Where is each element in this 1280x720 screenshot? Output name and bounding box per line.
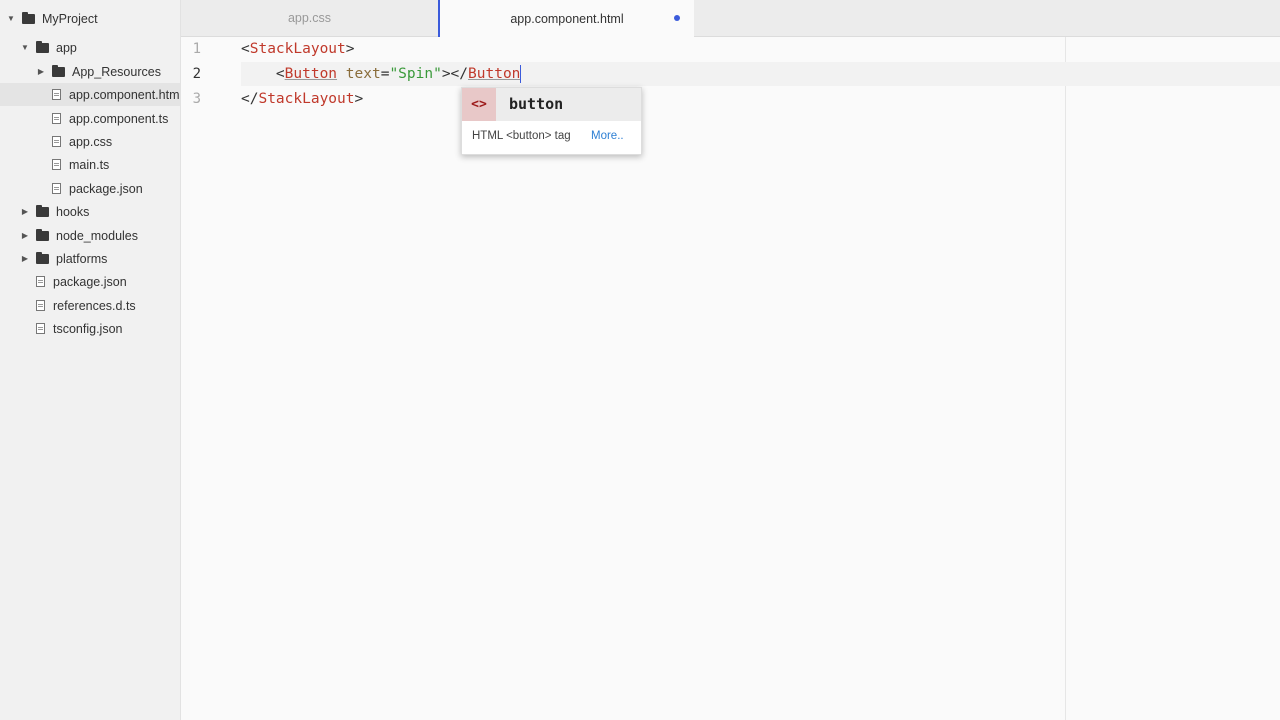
folder-app[interactable]: ▼ app: [0, 36, 180, 59]
chevron-right-icon[interactable]: ▶: [36, 67, 46, 76]
file-tree-sidebar: ▼ MyProject ▼ app ▶ App_Resources app.co…: [0, 0, 181, 720]
code-token: >: [354, 91, 364, 107]
folder-icon: [36, 40, 49, 53]
tree-item-label: main.ts: [69, 157, 110, 172]
folder-icon: [36, 251, 49, 264]
file-tsconfig-json[interactable]: tsconfig.json: [0, 317, 180, 340]
wrap-guide: [1065, 37, 1066, 720]
file-icon: [52, 183, 61, 194]
tree-item-label: package.json: [53, 274, 127, 289]
more-link[interactable]: More..: [591, 130, 624, 142]
tree-item-label: app.css: [69, 134, 113, 149]
folder-platforms[interactable]: ▶ platforms: [0, 247, 180, 270]
code-token-attr: text: [345, 66, 381, 82]
file-icon: [52, 113, 61, 124]
file-icon: [52, 159, 61, 170]
code-token-tag: Button: [468, 66, 521, 82]
file-icon: [36, 300, 45, 311]
line-number: 2: [192, 66, 201, 82]
folder-icon: [52, 64, 65, 77]
code-token: </: [241, 91, 259, 107]
tag-icon: <>: [462, 88, 496, 121]
code-line-3[interactable]: </StackLayout>: [241, 87, 363, 111]
suggestion-description: HTML <button> tag: [472, 130, 571, 142]
tree-item-label: references.d.ts: [53, 298, 136, 313]
autocomplete-suggestion[interactable]: <> button: [462, 88, 641, 121]
folder-icon: [22, 11, 35, 24]
file-app-component-ts[interactable]: app.component.ts: [0, 107, 180, 130]
suggestion-label: button: [509, 95, 564, 113]
chevron-right-icon[interactable]: ▶: [20, 231, 30, 240]
code-token: <: [275, 66, 285, 82]
file-app-component-html[interactable]: app.component.html: [0, 83, 181, 106]
tree-item-label: app: [56, 40, 77, 55]
tab-app-css[interactable]: app.css: [181, 0, 438, 36]
folder-icon: [36, 228, 49, 241]
modified-indicator-icon[interactable]: [674, 15, 680, 21]
code-line-2[interactable]: <Button text="Spin"></Button: [241, 62, 522, 86]
file-icon: [36, 323, 45, 334]
code-editor[interactable]: 1 2 3 <StackLayout> <Button text="Spin">…: [181, 37, 1280, 720]
folder-node-modules[interactable]: ▶ node_modules: [0, 224, 180, 247]
code-token: ></: [441, 66, 469, 82]
chevron-down-icon[interactable]: ▼: [6, 14, 16, 23]
file-references-d-ts[interactable]: references.d.ts: [0, 294, 180, 317]
tab-label: app.component.html: [510, 11, 624, 26]
file-app-package-json[interactable]: package.json: [0, 177, 180, 200]
code-token-tag: StackLayout: [249, 41, 346, 57]
line-number: 1: [192, 41, 201, 57]
tree-item-label: App_Resources: [72, 64, 161, 79]
file-main-ts[interactable]: main.ts: [0, 153, 180, 176]
tree-item-label: app.component.html: [69, 87, 181, 102]
tree-item-label: hooks: [56, 204, 90, 219]
chevron-right-icon[interactable]: ▶: [20, 254, 30, 263]
tree-item-label: platforms: [56, 251, 108, 266]
code-token: >: [345, 41, 355, 57]
chevron-down-icon[interactable]: ▼: [20, 43, 30, 52]
tree-item-label: tsconfig.json: [53, 321, 123, 336]
file-icon: [52, 89, 61, 100]
tab-bar: app.css app.component.html: [181, 0, 1280, 37]
project-name: MyProject: [42, 11, 98, 26]
tree-item-label: package.json: [69, 181, 143, 196]
file-app-css[interactable]: app.css: [0, 130, 180, 153]
tab-app-component-html[interactable]: app.component.html: [438, 0, 694, 37]
file-icon: [52, 136, 61, 147]
tab-label: app.css: [287, 11, 332, 25]
folder-hooks[interactable]: ▶ hooks: [0, 200, 180, 223]
chevron-right-icon[interactable]: ▶: [20, 207, 30, 216]
code-line-1[interactable]: <StackLayout>: [241, 37, 355, 61]
code-token: <: [241, 41, 250, 57]
folder-app-resources[interactable]: ▶ App_Resources: [0, 60, 180, 83]
folder-icon: [36, 204, 49, 217]
autocomplete-popup: <> button HTML <button> tag More..: [461, 87, 642, 155]
code-token-string: "Spin": [389, 66, 442, 82]
line-number: 3: [192, 91, 201, 107]
tree-item-label: app.component.ts: [69, 111, 169, 126]
code-token-tag: StackLayout: [258, 91, 355, 107]
code-token-tag: Button: [284, 66, 338, 82]
file-package-json[interactable]: package.json: [0, 270, 180, 293]
project-root[interactable]: ▼ MyProject: [0, 7, 180, 30]
tree-item-label: node_modules: [56, 228, 139, 243]
file-icon: [36, 276, 45, 287]
text-cursor: [520, 65, 522, 83]
